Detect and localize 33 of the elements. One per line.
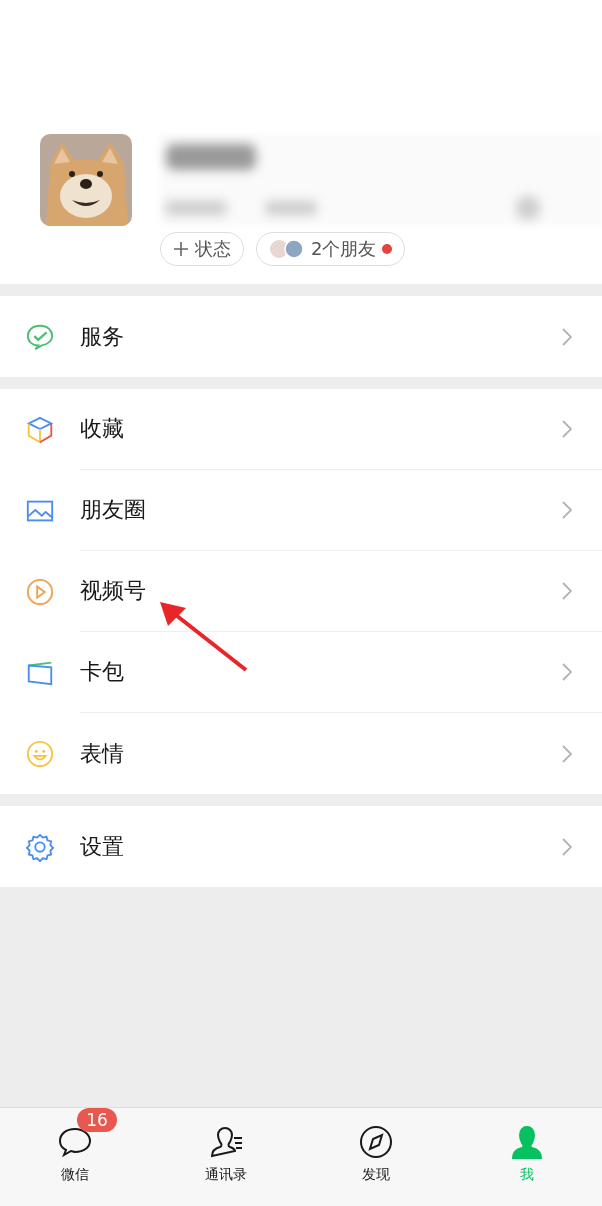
chevron-icon (562, 582, 572, 600)
chevron-icon (562, 663, 572, 681)
menu-item[interactable]: 设置 (0, 806, 602, 887)
unread-badge: 16 (77, 1108, 117, 1132)
tab[interactable]: 16 微信 (0, 1108, 151, 1206)
menu-label: 表情 (80, 739, 124, 768)
status-button[interactable]: 状态 (160, 232, 244, 266)
tab[interactable]: 通讯录 (150, 1108, 301, 1206)
menu-item[interactable]: 朋友圈 (0, 470, 602, 551)
friend-avatars-icon (269, 239, 305, 259)
friends-button[interactable]: 2个朋友 (256, 232, 406, 266)
menu-label: 视频号 (80, 577, 146, 605)
menu-item[interactable]: 表情 (0, 713, 602, 794)
menu-item[interactable]: 收藏 (0, 389, 602, 470)
stickers-icon (25, 738, 55, 769)
chevron-icon (562, 327, 572, 346)
plus-icon (173, 241, 189, 257)
menu-label: 卡包 (80, 658, 124, 686)
menu-item[interactable]: 卡包 (0, 632, 602, 713)
chevron-icon (562, 501, 572, 519)
tab[interactable]: 发现 (301, 1108, 452, 1206)
favorites-icon (25, 414, 55, 445)
chevron-icon (562, 420, 572, 438)
channels-icon (25, 576, 55, 607)
menu-item[interactable]: 服务 (0, 296, 602, 377)
settings-icon (25, 831, 55, 862)
menu-label: 收藏 (80, 415, 124, 443)
menu-label: 设置 (80, 832, 124, 861)
chevron-icon (562, 837, 572, 856)
compass-icon (358, 1124, 395, 1160)
chevron-icon (562, 744, 572, 763)
menu-label: 朋友圈 (80, 496, 146, 524)
menu-label: 服务 (80, 322, 124, 351)
